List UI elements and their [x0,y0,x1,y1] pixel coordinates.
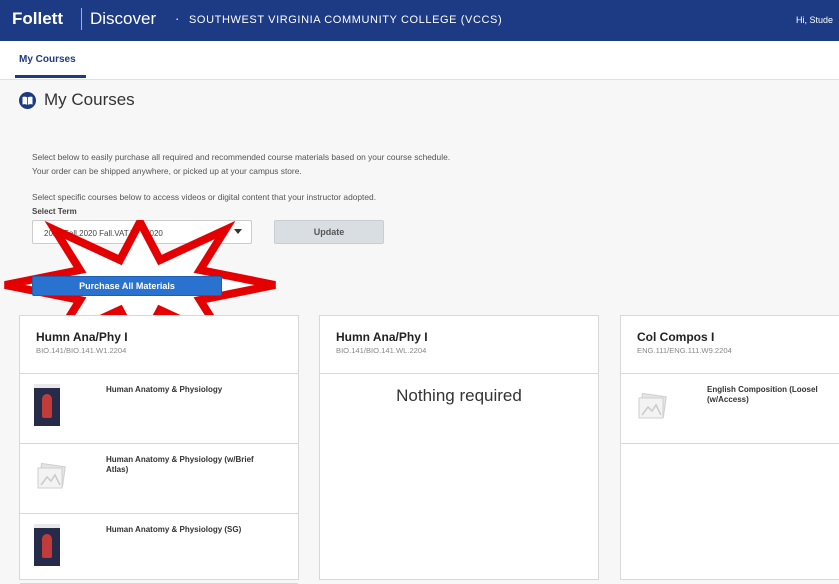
course-code: BIO.141/BIO.141.W1.2204 [36,346,127,355]
material-title[interactable]: Human Anatomy & Physiology (SG) [106,525,276,535]
course-card-header: Col Compos I ENG.111/ENG.111.W9.2204 [621,316,839,374]
course-code: ENG.111/ENG.111.W9.2204 [637,346,732,355]
top-bar: Follett Discover · SOUTHWEST VIRGINIA CO… [0,0,839,41]
title-separator: · [175,11,180,26]
term-label: Select Term [32,207,77,216]
course-title[interactable]: Humn Ana/Phy I [36,330,128,344]
material-title[interactable]: Human Anatomy & Physiology [106,385,276,395]
update-button[interactable]: Update [274,220,384,244]
intro-line-1: Select below to easily purchase all requ… [32,152,451,162]
user-greeting[interactable]: Hi, Stude [796,15,833,25]
intro-line-2: Your order can be shipped anywhere, or p… [32,166,302,176]
brand-logo[interactable]: Follett [12,9,63,29]
material-title[interactable]: Human Anatomy & Physiology (w/Brief Atla… [106,455,276,475]
page-title: My Courses [44,90,135,109]
book-cover-image[interactable] [34,384,60,426]
nothing-required-message: Nothing required [396,386,522,405]
active-tab-indicator [15,75,86,78]
course-card: Col Compos I ENG.111/ENG.111.W9.2204 Eng… [620,315,839,580]
nav-bar: My Courses [0,41,839,80]
book-cover-image[interactable] [34,524,60,566]
tab-my-courses[interactable]: My Courses [19,54,76,65]
college-name: SOUTHWEST VIRGINIA COMMUNITY COLLEGE (VC… [189,14,503,26]
course-card: Humn Ana/Phy I BIO.141/BIO.141.WL.2204 N… [319,315,599,580]
course-title[interactable]: Col Compos I [637,330,714,344]
course-code: BIO.141/BIO.141.WL.2204 [336,346,427,355]
course-title[interactable]: Humn Ana/Phy I [336,330,428,344]
material-item[interactable]: Human Anatomy & Physiology (w/Brief Atla… [20,443,298,514]
placeholder-image-icon [37,463,66,489]
course-card: Humn Ana/Phy I BIO.141/BIO.141.W1.2204 H… [19,315,299,584]
material-item[interactable]: Human Anatomy & Physiology [20,373,298,444]
material-item[interactable]: Human Anatomy & Physiology (SG) [20,513,298,584]
course-card-header: Humn Ana/Phy I BIO.141/BIO.141.WL.2204 [320,316,598,374]
purchase-all-materials-button[interactable]: Purchase All Materials [32,276,222,296]
placeholder-image-icon [638,393,667,419]
product-name[interactable]: Discover [90,9,156,29]
book-icon [19,92,36,109]
course-card-header: Humn Ana/Phy I BIO.141/BIO.141.W1.2204 [20,316,298,374]
intro-line-3: Select specific courses below to access … [32,192,377,202]
brand-divider [81,8,82,30]
material-item[interactable]: English Composition (Loosel (w/Access) [621,373,839,444]
material-title[interactable]: English Composition (Loosel (w/Access) [707,385,839,405]
